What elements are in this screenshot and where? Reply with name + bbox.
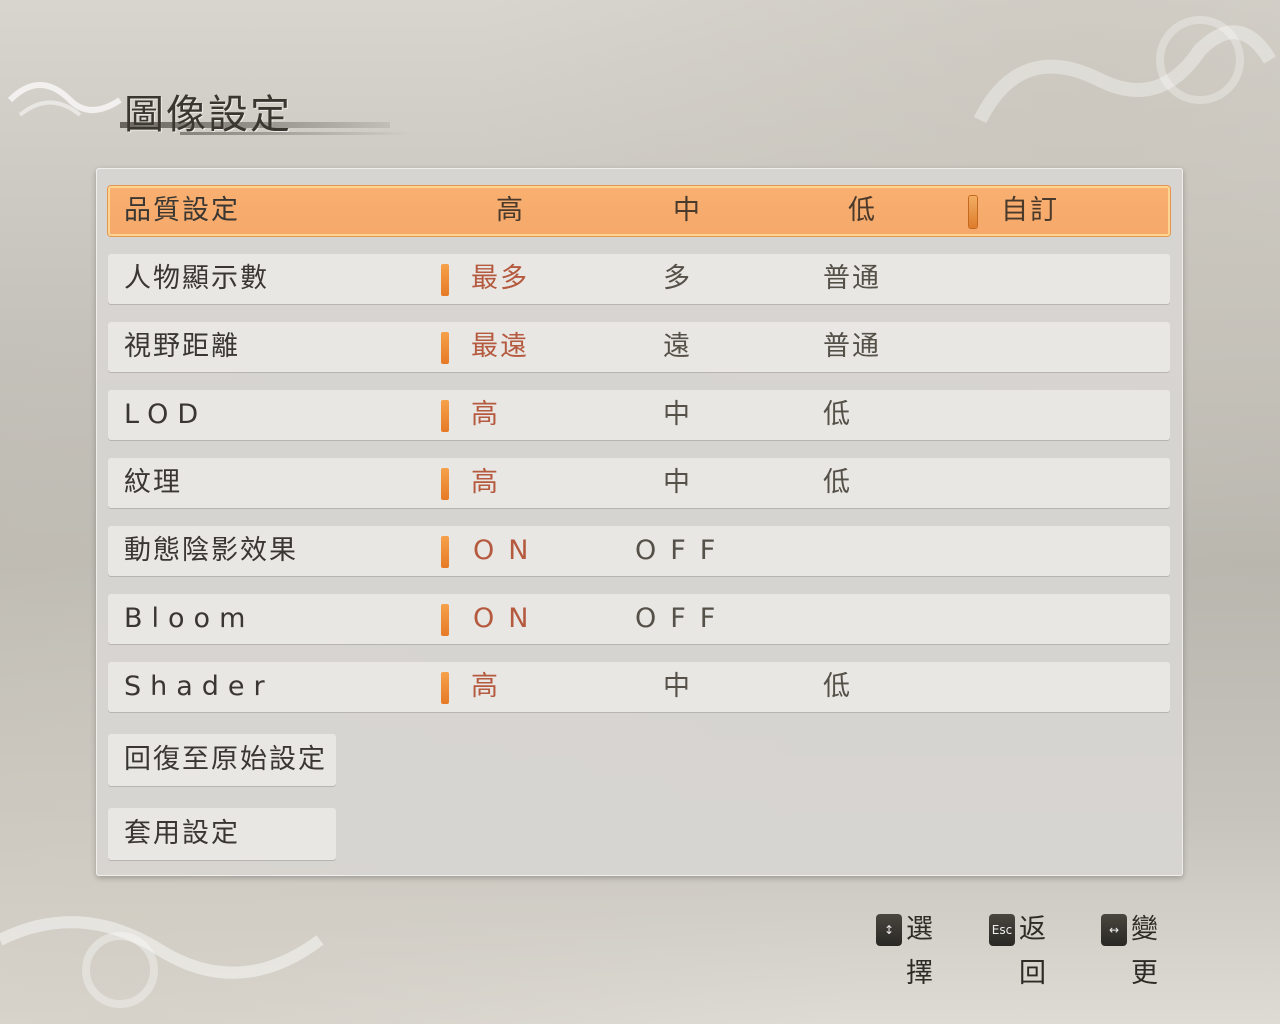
setting-row-character-count[interactable]: 人物顯示數 最多 多 普通 xyxy=(108,254,1170,304)
apply-settings-label: 套用設定 xyxy=(124,818,240,849)
option-quality-preset-0[interactable]: 高 xyxy=(496,186,525,236)
option-lod-0[interactable]: 高 xyxy=(471,390,500,440)
selection-marker-icon xyxy=(441,536,449,568)
control-hints: ↕ 選擇 Esc 返回 ↔ 變更 xyxy=(874,908,1194,989)
selection-marker-icon xyxy=(441,604,449,636)
option-lod-2[interactable]: 低 xyxy=(823,390,852,440)
selection-marker-icon xyxy=(441,468,449,500)
selection-marker-icon xyxy=(441,672,449,704)
background-cloud-decor-right xyxy=(960,0,1280,170)
setting-row-texture[interactable]: 紋理 高 中 低 xyxy=(108,458,1170,508)
reset-defaults-label: 回復至原始設定 xyxy=(124,744,327,775)
selection-marker-icon xyxy=(441,400,449,432)
setting-label: 視野距離 xyxy=(124,331,240,362)
option-character-count-2[interactable]: 普通 xyxy=(823,254,881,304)
setting-label: 品質設定 xyxy=(124,195,240,226)
setting-row-dynamic-shadow[interactable]: 動態陰影效果 ON OFF xyxy=(108,526,1170,576)
updown-key-icon: ↕ xyxy=(876,914,902,946)
apply-settings-button[interactable]: 套用設定 xyxy=(108,808,336,860)
option-quality-preset-1[interactable]: 中 xyxy=(673,186,702,236)
esc-key-icon: Esc xyxy=(989,914,1015,946)
option-view-distance-0[interactable]: 最遠 xyxy=(471,322,529,372)
reset-defaults-button[interactable]: 回復至原始設定 xyxy=(108,734,336,786)
hint-label: 返回 xyxy=(1019,914,1046,989)
option-view-distance-2[interactable]: 普通 xyxy=(823,322,881,372)
option-texture-2[interactable]: 低 xyxy=(823,458,852,508)
option-quality-preset-2[interactable]: 低 xyxy=(848,186,877,236)
option-quality-preset-3[interactable]: 自訂 xyxy=(1001,186,1059,236)
setting-label: Shader xyxy=(124,671,274,702)
setting-label: 動態陰影效果 xyxy=(124,535,298,566)
option-dynamic-shadow-1[interactable]: OFF xyxy=(635,526,729,576)
setting-row-bloom[interactable]: Bloom ON OFF xyxy=(108,594,1170,644)
settings-panel: 回復至原始設定 套用設定 品質設定高中低自訂 人物顯示數 最多多普通 視野距離 最遠遠普… xyxy=(96,168,1183,876)
setting-label: 人物顯示數 xyxy=(124,263,269,294)
setting-label: 紋理 xyxy=(124,467,182,498)
title-underline-secondary xyxy=(180,132,410,135)
hint-label: 選擇 xyxy=(906,914,933,989)
option-view-distance-1[interactable]: 遠 xyxy=(663,322,692,372)
option-dynamic-shadow-0[interactable]: ON xyxy=(473,526,542,576)
screen-title: 圖像設定 xyxy=(20,70,420,150)
option-texture-1[interactable]: 中 xyxy=(663,458,692,508)
option-bloom-1[interactable]: OFF xyxy=(635,594,729,644)
leftright-key-icon: ↔ xyxy=(1101,914,1127,946)
option-shader-0[interactable]: 高 xyxy=(471,662,500,712)
selection-marker-icon xyxy=(441,332,449,364)
setting-row-shader[interactable]: Shader 高 中 低 xyxy=(108,662,1170,712)
option-character-count-0[interactable]: 最多 xyxy=(471,254,529,304)
option-bloom-0[interactable]: ON xyxy=(473,594,542,644)
option-shader-1[interactable]: 中 xyxy=(663,662,692,712)
setting-row-lod[interactable]: LOD 高 中 低 xyxy=(108,390,1170,440)
option-shader-2[interactable]: 低 xyxy=(823,662,852,712)
setting-row-view-distance[interactable]: 視野距離 最遠 遠 普通 xyxy=(108,322,1170,372)
selection-marker-icon xyxy=(969,196,977,228)
setting-label: LOD xyxy=(124,399,208,430)
option-character-count-1[interactable]: 多 xyxy=(663,254,692,304)
setting-label: Bloom xyxy=(124,603,255,634)
option-texture-0[interactable]: 高 xyxy=(471,458,500,508)
hint-label: 變更 xyxy=(1131,914,1158,989)
title-underline xyxy=(120,122,390,128)
selection-marker-icon xyxy=(441,264,449,296)
background-cloud-decor-bottom xyxy=(0,880,600,1024)
option-lod-1[interactable]: 中 xyxy=(663,390,692,440)
setting-row-quality-preset[interactable]: 品質設定 高 中 低 自訂 xyxy=(108,186,1170,236)
